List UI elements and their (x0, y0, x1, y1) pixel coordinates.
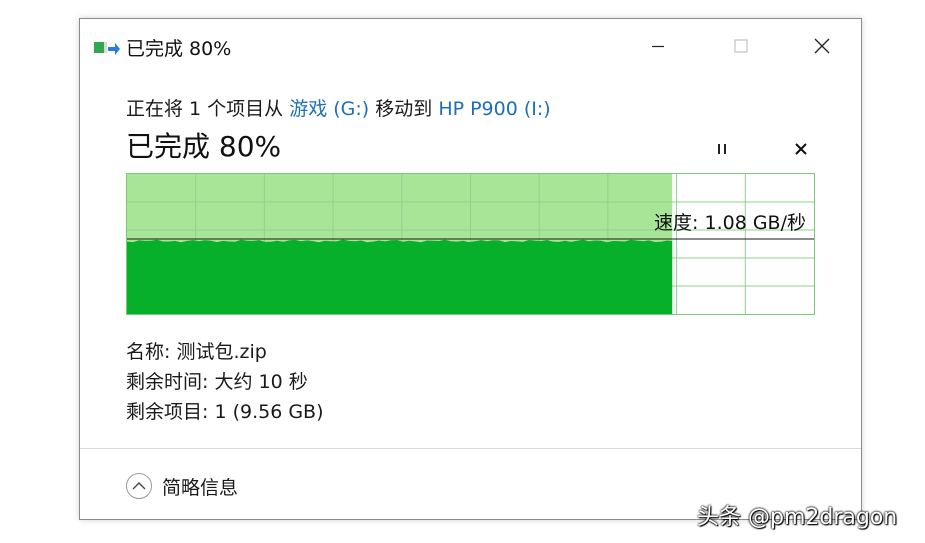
footer-divider (80, 448, 861, 449)
items-remaining: 剩余项目: 1 (9.56 GB) (126, 401, 324, 423)
less-details-label: 简略信息 (162, 476, 239, 499)
pause-icon (718, 144, 726, 154)
cancel-icon (795, 143, 807, 155)
source-link[interactable]: 游戏 (G:) (289, 98, 369, 120)
minimize-icon (652, 45, 664, 48)
file-name: 名称: 测试包.zip (126, 341, 267, 363)
details-panel: 名称: 测试包.zip 剩余时间: 大约 10 秒 剩余项目: 1 (9.56 … (126, 337, 324, 427)
minimize-button[interactable] (628, 19, 688, 73)
speed-label: 速度: 1.08 GB/秒 (654, 212, 806, 234)
operation-message: 正在将 1 个项目从 游戏 (G:) 移动到 HP P900 (I:) (126, 94, 551, 121)
file-move-icon (94, 39, 120, 57)
speed-graph: 速度: 1.08 GB/秒 (126, 173, 815, 315)
less-details-button[interactable]: 简略信息 (126, 471, 238, 501)
close-button[interactable] (792, 19, 852, 73)
maximize-button[interactable] (711, 19, 771, 73)
title-bar[interactable]: 已完成 80% (80, 19, 861, 73)
message-middle: 移动到 (369, 98, 439, 120)
progress-heading: 已完成 80% (126, 130, 282, 163)
message-prefix: 正在将 1 个项目从 (126, 98, 290, 120)
speed-graph-canvas (127, 174, 814, 314)
chevron-up-icon (126, 473, 152, 499)
destination-link[interactable]: HP P900 (I:) (438, 98, 550, 120)
time-remaining: 剩余时间: 大约 10 秒 (126, 371, 308, 393)
maximize-icon (734, 39, 748, 53)
window-title: 已完成 80% (126, 38, 232, 60)
cancel-button[interactable] (786, 137, 816, 161)
close-icon (814, 38, 830, 54)
file-operation-dialog: 已完成 80% 正在将 1 个项目从 游戏 (G:) 移动到 HP P900 (… (79, 18, 862, 520)
pause-button[interactable] (707, 137, 737, 161)
watermark-text: 头条 @pm2dragon (697, 505, 898, 530)
speed-history-fill (127, 239, 673, 314)
